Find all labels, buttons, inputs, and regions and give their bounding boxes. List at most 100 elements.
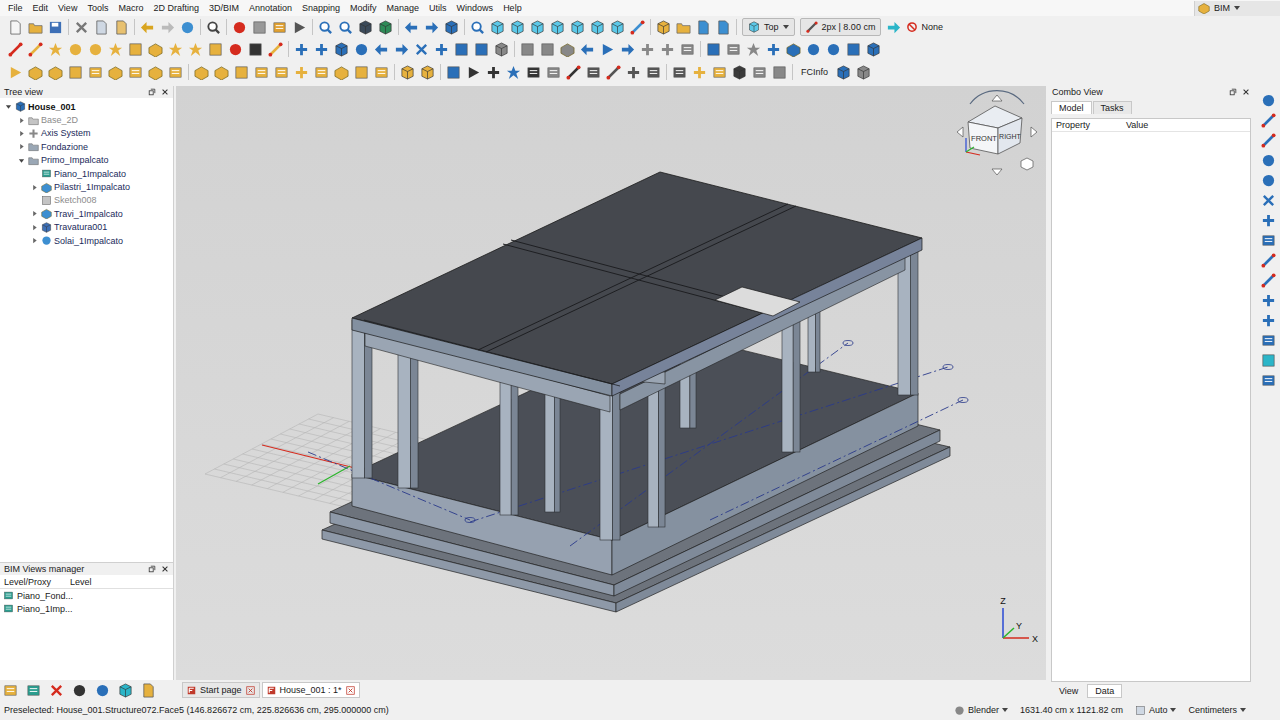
float-panel-icon[interactable] [1229,88,1237,96]
tree-item[interactable]: Axis System [0,127,173,140]
expand-arrow-icon[interactable] [18,143,25,150]
float-panel-icon[interactable] [148,88,156,96]
cube-icon[interactable] [656,20,671,35]
plus-icon[interactable] [660,42,675,57]
zoom-icon[interactable] [338,20,353,35]
cube-icon[interactable] [550,20,565,35]
square-icon[interactable] [846,42,861,57]
arrow-left-icon[interactable] [140,20,155,35]
wall-icon[interactable] [1198,2,1210,14]
close-tab-icon[interactable] [346,686,355,695]
wall-icon[interactable] [41,182,52,193]
workbench-selector[interactable]: BIM [1194,1,1280,16]
list-icon[interactable] [254,65,269,80]
list-icon[interactable] [586,65,601,80]
cube-icon[interactable] [378,20,393,35]
expand-arrow-icon[interactable] [31,210,38,217]
tree-item[interactable]: Fondazione [0,140,173,153]
folder-icon[interactable] [28,115,39,126]
circle-icon[interactable] [1261,93,1276,108]
table-row[interactable]: Piano_1Imp... [0,602,173,615]
cube-icon[interactable] [490,20,505,35]
star-icon[interactable] [746,42,761,57]
list-icon[interactable] [128,65,143,80]
cube-icon[interactable] [510,20,525,35]
close-tab-icon[interactable] [246,686,255,695]
cross-icon[interactable] [414,42,429,57]
document-icon[interactable] [696,20,711,35]
menu-item[interactable]: Help [498,3,527,13]
cross-icon[interactable] [49,683,64,698]
working-plane-selector[interactable]: None [906,21,943,33]
line-icon[interactable] [1261,113,1276,128]
plus-icon[interactable] [314,42,329,57]
wall-icon[interactable] [194,65,209,80]
zoom-icon[interactable] [206,20,221,35]
cube-icon[interactable] [590,20,605,35]
menu-item[interactable]: View [53,3,82,13]
cross-icon[interactable] [74,20,89,35]
expand-arrow-icon[interactable] [31,184,38,191]
fcinfo-button[interactable]: FCInfo [798,67,831,77]
plus-icon[interactable] [434,42,449,57]
square-icon[interactable] [454,42,469,57]
arrow-left-icon[interactable] [580,42,595,57]
menu-item[interactable]: Utils [424,3,452,13]
cube-icon[interactable] [444,20,459,35]
navigation-style[interactable]: Blender [954,705,1008,716]
circle-icon[interactable] [88,42,103,57]
cube-icon[interactable] [15,101,26,112]
line-icon[interactable] [630,20,645,35]
cube-icon[interactable] [836,65,851,80]
list-icon[interactable] [3,590,14,601]
menu-item[interactable]: Macro [113,3,148,13]
wall-icon[interactable] [214,65,229,80]
plus-icon[interactable] [626,65,641,80]
cube-icon[interactable] [748,21,760,33]
play-icon[interactable] [600,42,615,57]
line-icon[interactable] [566,65,581,80]
square-icon[interactable] [540,42,555,57]
square-icon[interactable] [520,42,535,57]
line-style-selector[interactable]: 2px | 8.00 cm [800,18,882,36]
document-tab[interactable]: Start page [182,682,260,698]
wall-icon[interactable] [41,208,52,219]
list-icon[interactable] [546,65,561,80]
menu-item[interactable]: Manage [382,3,425,13]
table-row[interactable]: Piano_Fond... [0,589,173,602]
square-icon[interactable] [208,42,223,57]
arrow-right-icon[interactable] [424,20,439,35]
list-icon[interactable] [168,65,183,80]
circle-icon[interactable] [232,20,247,35]
expand-arrow-icon[interactable] [31,224,38,231]
document-icon[interactable] [114,20,129,35]
play-icon[interactable] [8,65,23,80]
folder-icon[interactable] [28,20,43,35]
folder-icon[interactable] [28,155,39,166]
column-header[interactable]: Property [1052,120,1122,130]
list-icon[interactable] [41,168,52,179]
menu-item[interactable]: Tools [82,3,113,13]
list-icon[interactable] [1261,233,1276,248]
list-icon[interactable] [680,42,695,57]
cube-icon[interactable] [856,65,871,80]
tree-item[interactable]: Piano_1Impalcato [0,167,173,180]
plus-icon[interactable] [294,42,309,57]
line-icon[interactable] [806,21,818,33]
plus-icon[interactable] [640,42,655,57]
property-tab[interactable]: View [1051,684,1086,698]
cube-icon[interactable] [866,42,881,57]
circle-icon[interactable] [806,42,821,57]
cube-icon[interactable] [610,20,625,35]
collapse-arrow-icon[interactable] [18,157,25,164]
circle-icon[interactable] [180,20,195,35]
arrow-left-icon[interactable] [404,20,419,35]
zoom-icon[interactable] [318,20,333,35]
column-header[interactable]: Value [1122,120,1192,130]
arrow-right-icon[interactable] [886,20,901,35]
star-icon[interactable] [188,42,203,57]
wall-icon[interactable] [786,42,801,57]
circle-icon[interactable] [68,42,83,57]
cube-icon[interactable] [118,683,133,698]
circle-icon[interactable] [1261,153,1276,168]
